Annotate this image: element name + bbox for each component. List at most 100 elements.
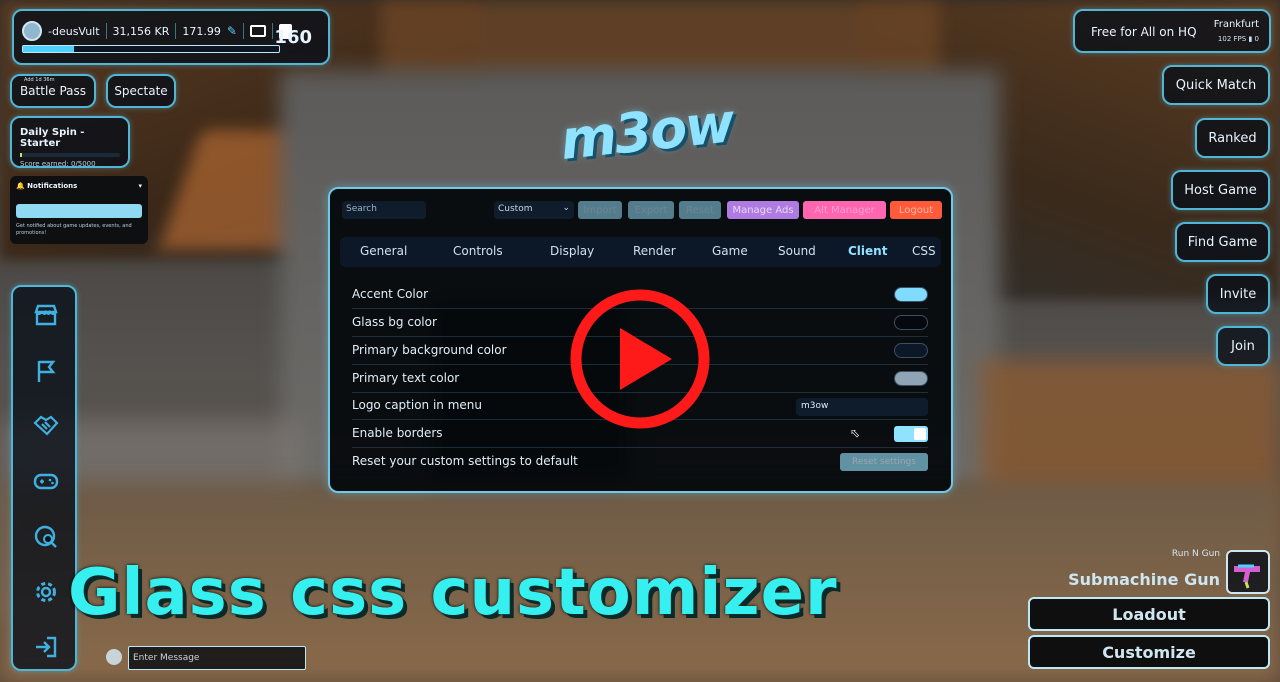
play-icon[interactable]: [554, 287, 726, 431]
quick-match-button[interactable]: Quick Match: [1162, 65, 1270, 105]
manage-ads-button[interactable]: Manage Ads: [727, 201, 799, 219]
logo-caption-input[interactable]: m3ow: [796, 398, 928, 416]
tab-game[interactable]: Game: [712, 244, 748, 258]
signal-icon: ▮: [1248, 35, 1253, 43]
import-button[interactable]: Import: [578, 201, 622, 219]
divider: [242, 23, 244, 39]
weapon-name: Submachine Gun: [1068, 570, 1220, 589]
accent-color-swatch[interactable]: [894, 287, 928, 302]
daily-spin-score: Score earned: 0/5000: [20, 160, 96, 168]
notifications-toggle[interactable]: [16, 204, 142, 218]
game-mode: Free for All on HQ: [1091, 25, 1197, 39]
notifications-description: Get notified about game updates, events,…: [16, 223, 132, 236]
notifications-panel: 🔔 Notifications ▾ Get notified about gam…: [10, 176, 148, 244]
tab-client[interactable]: Client: [848, 244, 887, 258]
flag-icon[interactable]: [32, 357, 60, 385]
host-game-button[interactable]: Host Game: [1171, 170, 1270, 210]
divider: [175, 23, 177, 39]
primary-text-color-swatch[interactable]: [894, 371, 928, 386]
setting-label: Primary text color: [352, 371, 460, 385]
mail-icon[interactable]: [249, 25, 266, 37]
battle-pass-button[interactable]: Add 1d 36m Battle Pass: [10, 74, 96, 108]
logout-button[interactable]: Logout: [890, 201, 942, 219]
handshake-icon[interactable]: [32, 411, 60, 439]
setting-label: Logo caption in menu: [352, 398, 482, 412]
battle-pass-timer: Add 1d 36m: [24, 77, 55, 83]
store-icon[interactable]: [32, 301, 60, 329]
gear-icon[interactable]: [32, 578, 60, 606]
ping-value: 0: [1254, 35, 1259, 43]
server-region: Frankfurt: [1213, 19, 1259, 30]
fps-readout: 102 FPS ▮ 0: [1217, 35, 1259, 43]
enable-borders-toggle[interactable]: [894, 426, 928, 442]
export-button[interactable]: Export: [628, 201, 674, 219]
ranked-label: Ranked: [1208, 130, 1257, 146]
primary-bg-color-swatch[interactable]: [894, 343, 928, 358]
setting-label: Reset your custom settings to default: [352, 454, 578, 468]
coin-balance: 171.99: [182, 24, 221, 38]
exit-icon[interactable]: [32, 633, 60, 661]
player-name: -deusVult: [48, 24, 100, 38]
setting-label: Accent Color: [352, 287, 429, 301]
settings-search-input[interactable]: Search: [342, 201, 426, 219]
tab-css[interactable]: CSS: [912, 244, 936, 258]
find-game-label: Find Game: [1187, 234, 1258, 250]
globe-icon[interactable]: [106, 649, 122, 665]
server-info[interactable]: Free for All on HQ Frankfurt 102 FPS ▮ 0: [1073, 9, 1271, 53]
reset-button[interactable]: Reset: [679, 201, 721, 219]
cursor-icon: ⬁: [850, 426, 861, 440]
setting-label: Primary background color: [352, 343, 507, 357]
loadout-button[interactable]: Loadout: [1028, 597, 1270, 631]
spectate-label: Spectate: [114, 84, 168, 98]
preset-value: Custom: [498, 204, 533, 214]
weapon-class: Run N Gun: [1171, 549, 1220, 559]
daily-spin-card[interactable]: Daily Spin - Starter Score earned: 0/500…: [10, 116, 130, 168]
find-game-button[interactable]: Find Game: [1175, 222, 1270, 262]
battle-pass-label: Battle Pass: [19, 84, 87, 98]
reset-settings-button[interactable]: Reset settings: [840, 453, 928, 471]
join-button[interactable]: Join: [1216, 326, 1270, 366]
invite-label: Invite: [1219, 286, 1257, 302]
player-card[interactable]: -deusVult 31,156 KR 171.99 ✎ 160: [12, 9, 330, 65]
gamepad-icon[interactable]: [32, 467, 60, 495]
chat-input[interactable]: [133, 653, 305, 663]
quick-match-label: Quick Match: [1175, 77, 1257, 93]
settings-tabs: General Controls Display Render Game Sou…: [340, 237, 941, 267]
xp-bar: [22, 45, 280, 53]
globe-search-icon[interactable]: [32, 523, 60, 551]
setting-label: Glass bg color: [352, 315, 437, 329]
host-game-label: Host Game: [1184, 182, 1257, 198]
ranked-button[interactable]: Ranked: [1195, 118, 1270, 158]
setting-label: Enable borders: [352, 426, 443, 440]
daily-spin-progress-fill: [20, 153, 22, 157]
player-level: 160: [274, 27, 312, 48]
divider: [105, 23, 107, 39]
spectate-button[interactable]: Spectate: [106, 74, 176, 108]
join-label: Join: [1231, 338, 1255, 354]
chat-input-box[interactable]: [128, 646, 306, 670]
tab-sound[interactable]: Sound: [778, 244, 816, 258]
notifications-title: 🔔 Notifications: [16, 182, 78, 190]
avatar[interactable]: [22, 21, 42, 41]
setting-reset-custom: Reset your custom settings to default Re…: [352, 450, 928, 476]
preset-select[interactable]: Custom ⌄: [494, 201, 574, 219]
tab-controls[interactable]: Controls: [453, 244, 503, 258]
invite-button[interactable]: Invite: [1206, 274, 1270, 314]
customize-button[interactable]: Customize: [1028, 635, 1270, 669]
toggle-knob: [914, 428, 926, 440]
daily-spin-title: Daily Spin - Starter: [20, 127, 85, 149]
video-caption: Glass css customizer: [68, 556, 838, 630]
glass-bg-color-swatch[interactable]: [894, 315, 928, 330]
pencil-icon[interactable]: ✎: [227, 24, 237, 38]
chevron-down-icon[interactable]: ▾: [138, 182, 142, 190]
divider: [271, 23, 273, 39]
xp-bar-fill: [23, 46, 75, 52]
chevron-down-icon: ⌄: [562, 203, 570, 213]
alt-manager-button[interactable]: Alt Manager: [803, 201, 886, 219]
weapon-icon[interactable]: [1226, 550, 1270, 594]
tab-display[interactable]: Display: [550, 244, 594, 258]
tab-render[interactable]: Render: [633, 244, 676, 258]
daily-spin-progress: [20, 153, 120, 157]
kr-balance: 31,156 KR: [112, 24, 170, 38]
tab-general[interactable]: General: [360, 244, 407, 258]
